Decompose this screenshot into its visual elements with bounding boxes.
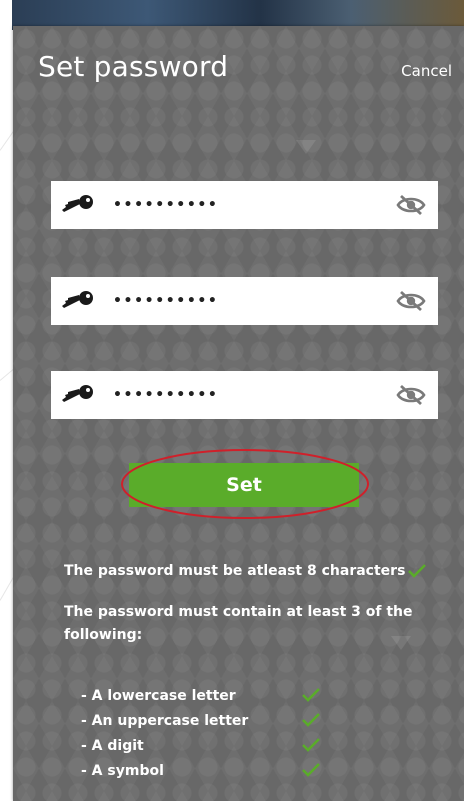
dialog-title: Set password [38, 50, 229, 83]
new-password-input-value[interactable]: •••••••••• [113, 289, 218, 313]
key-icon [62, 195, 93, 212]
confirm-password-input-value[interactable]: •••••••••• [113, 383, 218, 407]
rule-item-uppercase: - An uppercase letter [81, 713, 249, 729]
cancel-button[interactable]: Cancel [401, 62, 452, 80]
check-icon [408, 564, 426, 578]
password-input-value[interactable]: •••••••••• [113, 193, 218, 217]
check-icon [302, 738, 320, 752]
confirm-password-field[interactable]: •••••••••• [51, 371, 438, 419]
complexity-rule-list: - A lowercase letter - An uppercase lett… [81, 684, 248, 784]
set-button[interactable]: Set [129, 463, 359, 507]
check-icon [302, 763, 320, 777]
rule-item-symbol: - A symbol [81, 763, 164, 779]
eye-slash-icon[interactable] [396, 289, 426, 313]
rule-item-digit: - A digit [81, 738, 144, 754]
check-icon [302, 713, 320, 727]
length-rule-text: The password must be atleast 8 character… [64, 563, 406, 579]
eye-slash-icon[interactable] [396, 383, 426, 407]
complexity-rule-text: The password must contain at least 3 of … [64, 604, 413, 643]
check-icon [302, 688, 320, 702]
background-triangle [296, 140, 316, 154]
key-icon [62, 385, 93, 402]
new-password-field[interactable]: •••••••••• [51, 277, 438, 325]
rule-item-lowercase: - A lowercase letter [81, 688, 236, 704]
screen: Set password Cancel •••••••••• •••••••••… [0, 0, 464, 801]
password-field[interactable]: •••••••••• [51, 181, 438, 229]
key-icon [62, 291, 93, 308]
eye-slash-icon[interactable] [396, 193, 426, 217]
set-password-dialog: Set password Cancel •••••••••• •••••••••… [13, 26, 464, 801]
